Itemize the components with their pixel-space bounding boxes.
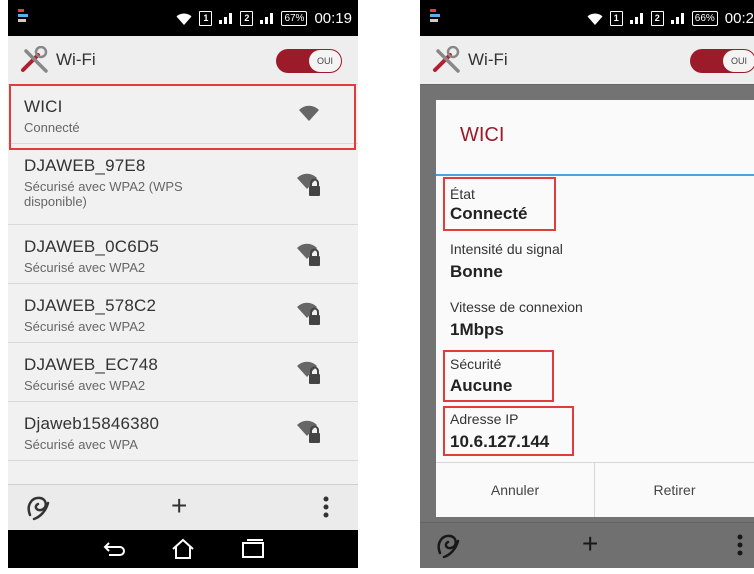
- status-bar: 1 2 67% 00:19: [8, 0, 358, 36]
- toggle-label: OUI: [309, 50, 341, 72]
- network-item[interactable]: DJAWEB_97E8 Sécurisé avec WPA2 (WPS disp…: [8, 144, 358, 225]
- page-title: Wi-Fi: [468, 50, 508, 69]
- ip-address-value: 10.6.127.144: [450, 432, 550, 451]
- battery-icon: 67%: [281, 10, 308, 26]
- link-speed-label: Vitesse de connexion: [450, 299, 583, 315]
- network-status: Sécurisé avec WPA2: [24, 319, 146, 334]
- battery-icon: 66%: [691, 10, 718, 26]
- wifi-toggle[interactable]: OUI: [276, 49, 342, 73]
- clock: 00:19: [314, 9, 352, 27]
- back-icon[interactable]: [100, 537, 126, 561]
- network-details-dialog: WICI État Connecté Intensité du signal B…: [436, 100, 754, 517]
- network-status: Sécurisé avec WPA2: [24, 260, 146, 275]
- signal-bars-icon: [670, 13, 684, 24]
- dialog-title: WICI: [460, 124, 505, 146]
- wps-icon[interactable]: [24, 493, 52, 521]
- sim2-icon: 2: [240, 10, 254, 26]
- title-bar: Wi-Fi OUI: [8, 36, 358, 85]
- wifi-status-icon: [176, 13, 192, 25]
- wifi-locked-icon: [297, 173, 320, 196]
- cancel-button[interactable]: Annuler: [436, 463, 594, 517]
- network-status: Connecté: [24, 120, 80, 135]
- network-name: DJAWEB_578C2: [24, 296, 157, 315]
- overflow-menu-icon[interactable]: [312, 493, 340, 521]
- wifi-list-screen: 1 2 67% 00:19 Wi-Fi OUI WICI Connecté DJ…: [8, 0, 358, 568]
- remove-button[interactable]: Retirer: [595, 463, 754, 517]
- network-name: Djaweb15846380: [24, 414, 160, 433]
- link-speed-value: 1Mbps: [450, 320, 504, 339]
- state-value: Connecté: [450, 204, 528, 223]
- signal-strength-label: Intensité du signal: [450, 241, 563, 257]
- wifi-toggle[interactable]: OUI: [690, 49, 754, 73]
- action-bar: +: [8, 484, 358, 531]
- tools-icon: [21, 46, 48, 73]
- signal-strength-value: Bonne: [450, 262, 503, 281]
- notification-icon: [18, 9, 28, 23]
- add-network-button[interactable]: +: [171, 491, 187, 521]
- status-bar: 1 2 66% 00:2: [420, 0, 754, 36]
- clock: 00:2: [724, 9, 754, 27]
- notification-icon: [430, 9, 440, 23]
- network-item[interactable]: DJAWEB_EC748 Sécurisé avec WPA2: [8, 343, 358, 402]
- wifi-locked-icon: [297, 243, 320, 266]
- dialog-divider: [436, 174, 754, 176]
- network-list: WICI Connecté DJAWEB_97E8 Sécurisé avec …: [8, 85, 358, 461]
- security-value: Aucune: [450, 376, 513, 395]
- dialog-button-bar: Annuler Retirer: [436, 462, 754, 517]
- wifi-locked-icon: [297, 302, 320, 325]
- sim1-icon: 1: [609, 10, 623, 26]
- toggle-label: OUI: [723, 50, 754, 72]
- ip-address-label: Adresse IP: [450, 411, 519, 427]
- page-title: Wi-Fi: [56, 50, 96, 69]
- network-status: Sécurisé avec WPA2 (WPS disponible): [24, 179, 183, 209]
- network-item[interactable]: WICI Connecté: [8, 85, 358, 144]
- network-name: DJAWEB_97E8: [24, 156, 146, 175]
- recent-apps-icon[interactable]: [240, 537, 266, 561]
- network-name: DJAWEB_0C6D5: [24, 237, 159, 256]
- title-bar: Wi-Fi OUI: [420, 36, 754, 85]
- network-name: WICI: [24, 97, 63, 116]
- sim1-icon: 1: [199, 10, 213, 26]
- wifi-locked-icon: [297, 361, 320, 384]
- wifi-status-icon: [587, 13, 603, 25]
- network-item[interactable]: Djaweb15846380 Sécurisé avec WPA: [8, 402, 358, 461]
- signal-bars-icon: [629, 13, 643, 24]
- network-item[interactable]: DJAWEB_578C2 Sécurisé avec WPA2: [8, 284, 358, 343]
- network-status: Sécurisé avec WPA: [24, 437, 138, 452]
- security-label: Sécurité: [450, 356, 502, 372]
- network-name: DJAWEB_EC748: [24, 355, 159, 374]
- network-item[interactable]: DJAWEB_0C6D5 Sécurisé avec WPA2: [8, 225, 358, 284]
- network-status: Sécurisé avec WPA2: [24, 378, 146, 393]
- wifi-locked-icon: [297, 420, 320, 443]
- signal-bars-icon: [260, 13, 274, 24]
- wifi-signal-icon: [299, 105, 319, 121]
- signal-bars-icon: [219, 13, 233, 24]
- state-label: État: [450, 186, 475, 202]
- sim2-icon: 2: [650, 10, 664, 26]
- navigation-bar: [8, 530, 358, 568]
- network-details-screen: 1 2 66% 00:2 Wi-Fi OUI + WICI État C: [420, 0, 754, 568]
- home-icon[interactable]: [170, 537, 196, 561]
- tools-icon: [433, 46, 460, 73]
